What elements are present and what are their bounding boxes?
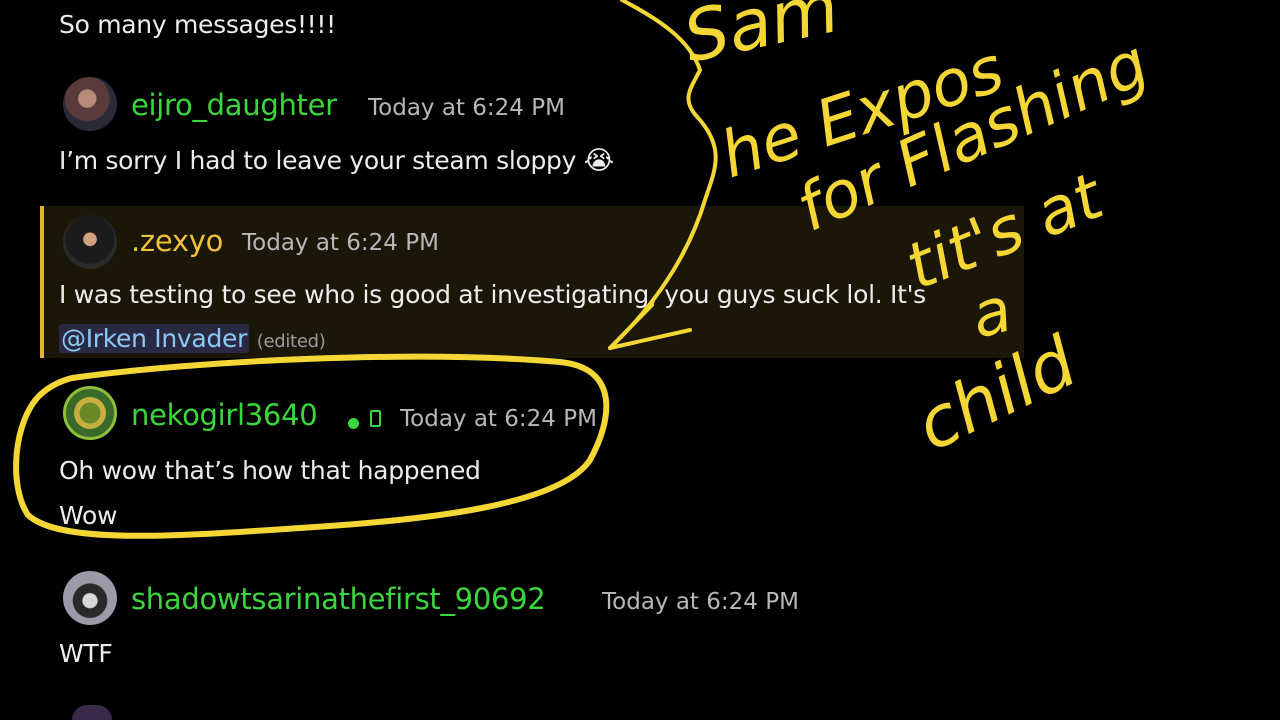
message-text: WTF bbox=[59, 639, 113, 668]
timestamp[interactable]: Today at 6:24 PM bbox=[602, 589, 799, 615]
message-text: So many messages!!!! bbox=[59, 10, 336, 39]
loudly-crying-emoji-icon: 😭 bbox=[583, 146, 614, 176]
username[interactable]: .zexyo bbox=[131, 224, 223, 258]
message-body-line2: @Irken Invader (edited) bbox=[59, 324, 326, 353]
timestamp[interactable]: Today at 6:24 PM bbox=[242, 230, 439, 256]
avatar[interactable] bbox=[63, 571, 117, 625]
online-dot-icon bbox=[348, 418, 359, 429]
timestamp[interactable]: Today at 6:24 PM bbox=[368, 95, 565, 121]
message-text: I’m sorry I had to leave your steam slop… bbox=[59, 146, 577, 175]
username[interactable]: eijro_daughter bbox=[131, 88, 337, 122]
message-body: I’m sorry I had to leave your steam slop… bbox=[59, 146, 614, 176]
timestamp[interactable]: Today at 6:24 PM bbox=[400, 406, 597, 432]
mention-highlight-bar bbox=[40, 206, 44, 358]
avatar[interactable] bbox=[63, 215, 117, 269]
avatar[interactable] bbox=[63, 386, 117, 440]
chat-log: So many messages!!!! eijro_daughter Toda… bbox=[0, 0, 1280, 720]
message-text: Oh wow that’s how that happened bbox=[59, 456, 481, 485]
username[interactable]: shadowtsarinathefirst_90692 bbox=[131, 582, 546, 616]
mobile-phone-icon bbox=[370, 410, 381, 427]
username[interactable]: nekogirl3640 bbox=[131, 398, 318, 432]
user-mention[interactable]: @Irken Invader bbox=[59, 324, 250, 353]
edited-label: (edited) bbox=[256, 331, 326, 352]
avatar[interactable] bbox=[63, 77, 117, 131]
avatar[interactable] bbox=[72, 705, 112, 720]
message-text: I was testing to see who is good at inve… bbox=[59, 280, 926, 309]
message-text: Wow bbox=[59, 501, 118, 530]
